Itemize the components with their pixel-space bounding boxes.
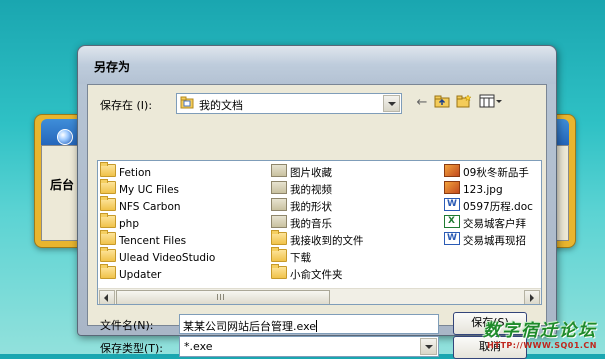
list-item-label: My UC Files	[119, 184, 180, 196]
app-icon	[57, 129, 73, 145]
list-item-label: 我的视频	[290, 184, 332, 196]
list-item[interactable]: NFS Carbon	[100, 196, 181, 215]
filename-label: 文件名(N):	[100, 319, 154, 332]
excel-document-icon	[444, 213, 460, 230]
folder-icon	[100, 162, 116, 177]
scrollbar-thumb[interactable]	[116, 290, 330, 304]
list-item[interactable]: 0597历程.doc	[444, 196, 533, 215]
list-item[interactable]: 我的形状	[271, 198, 332, 215]
word-document-icon	[444, 196, 460, 213]
videos-folder-icon	[271, 181, 287, 194]
background-window-label: 后台	[50, 178, 75, 192]
filename-input[interactable]: 某某公司网站后台管理.exe	[179, 314, 439, 334]
list-item[interactable]: 小俞文件夹	[271, 264, 343, 283]
dialog-titlebar[interactable]: 另存为	[78, 46, 556, 84]
forum-watermark: 数字宿迁论坛 HTTP://WWW.SQ01.CN	[483, 316, 597, 350]
folder-icon	[271, 247, 287, 262]
scroll-right-arrow-icon[interactable]	[524, 290, 540, 304]
list-item-label: 0597历程.doc	[463, 201, 533, 213]
file-list[interactable]: Fetion My UC Files NFS Carbon php Tencen…	[97, 160, 542, 305]
list-item[interactable]: Updater	[100, 264, 162, 283]
pictures-folder-icon	[271, 164, 287, 177]
list-item[interactable]: 我接收到的文件	[271, 230, 364, 249]
list-item-label: 交易城再现招	[463, 235, 526, 247]
back-arrow-icon[interactable]: ←	[413, 94, 431, 111]
new-folder-icon[interactable]	[455, 94, 473, 111]
folder-icon	[100, 264, 116, 279]
folder-icon	[100, 230, 116, 245]
watermark-main: 数字宿迁论坛	[483, 321, 597, 341]
dialog-title: 另存为	[94, 60, 131, 74]
list-item-label: 我接收到的文件	[290, 235, 364, 247]
list-item[interactable]: 图片收藏	[271, 164, 332, 181]
folder-icon	[271, 264, 287, 279]
save-in-combobox[interactable]: 我的文档	[176, 93, 402, 114]
list-item-label: 123.jpg	[463, 184, 503, 196]
my-documents-icon	[180, 96, 194, 109]
list-item-label: 我的音乐	[290, 218, 332, 230]
list-item[interactable]: 09秋冬新品手	[444, 164, 529, 181]
scroll-left-arrow-icon[interactable]	[99, 290, 115, 304]
list-item-label: php	[119, 218, 139, 230]
list-item[interactable]: Ulead VideoStudio	[100, 247, 216, 266]
list-item-label: Fetion	[119, 167, 152, 179]
horizontal-scrollbar[interactable]	[98, 288, 541, 304]
folder-icon	[100, 213, 116, 228]
list-item-label: 交易城客户拜	[463, 218, 526, 230]
list-item[interactable]: 我的音乐	[271, 215, 332, 232]
list-item-label: NFS Carbon	[119, 201, 181, 213]
save-as-dialog: 另存为 保存在 (I): 我的文档 ← Fetion My UC Files N…	[77, 45, 557, 359]
list-item-label: Ulead VideoStudio	[119, 252, 216, 264]
chevron-down-icon[interactable]	[383, 95, 400, 112]
music-folder-icon	[271, 215, 287, 228]
folder-icon	[100, 196, 116, 211]
grip-icon	[217, 294, 226, 300]
word-document-icon	[444, 230, 460, 247]
filename-value: 某某公司网站后台管理.exe	[183, 320, 317, 333]
save-in-value: 我的文档	[199, 99, 243, 112]
shapes-folder-icon	[271, 198, 287, 211]
list-item[interactable]: Tencent Files	[100, 230, 187, 249]
folder-icon	[271, 230, 287, 245]
chevron-down-icon[interactable]	[420, 338, 437, 355]
list-item[interactable]: 交易城再现招	[444, 230, 526, 249]
image-file-icon	[444, 164, 460, 177]
folder-icon	[100, 179, 116, 194]
list-item[interactable]: My UC Files	[100, 179, 180, 198]
image-file-icon	[444, 181, 460, 194]
view-menu-icon[interactable]	[478, 94, 504, 111]
up-folder-icon[interactable]	[433, 94, 451, 111]
folder-icon	[100, 247, 116, 262]
list-item-label: 09秋冬新品手	[463, 167, 529, 179]
list-item-label: 下载	[290, 252, 311, 264]
list-item[interactable]: 我的视频	[271, 181, 332, 198]
save-in-label: 保存在 (I):	[100, 99, 153, 112]
text-caret	[316, 320, 318, 332]
list-item-label: 图片收藏	[290, 167, 332, 179]
list-item-label: 小俞文件夹	[290, 269, 343, 281]
dialog-client-area: 保存在 (I): 我的文档 ← Fetion My UC Files NFS C…	[87, 84, 547, 359]
list-item-label: 我的形状	[290, 201, 332, 213]
list-item-label: Updater	[119, 269, 162, 281]
filetype-value: *.exe	[184, 340, 213, 353]
list-item-label: Tencent Files	[119, 235, 187, 247]
watermark-url: HTTP://WWW.SQ01.CN	[487, 341, 597, 350]
